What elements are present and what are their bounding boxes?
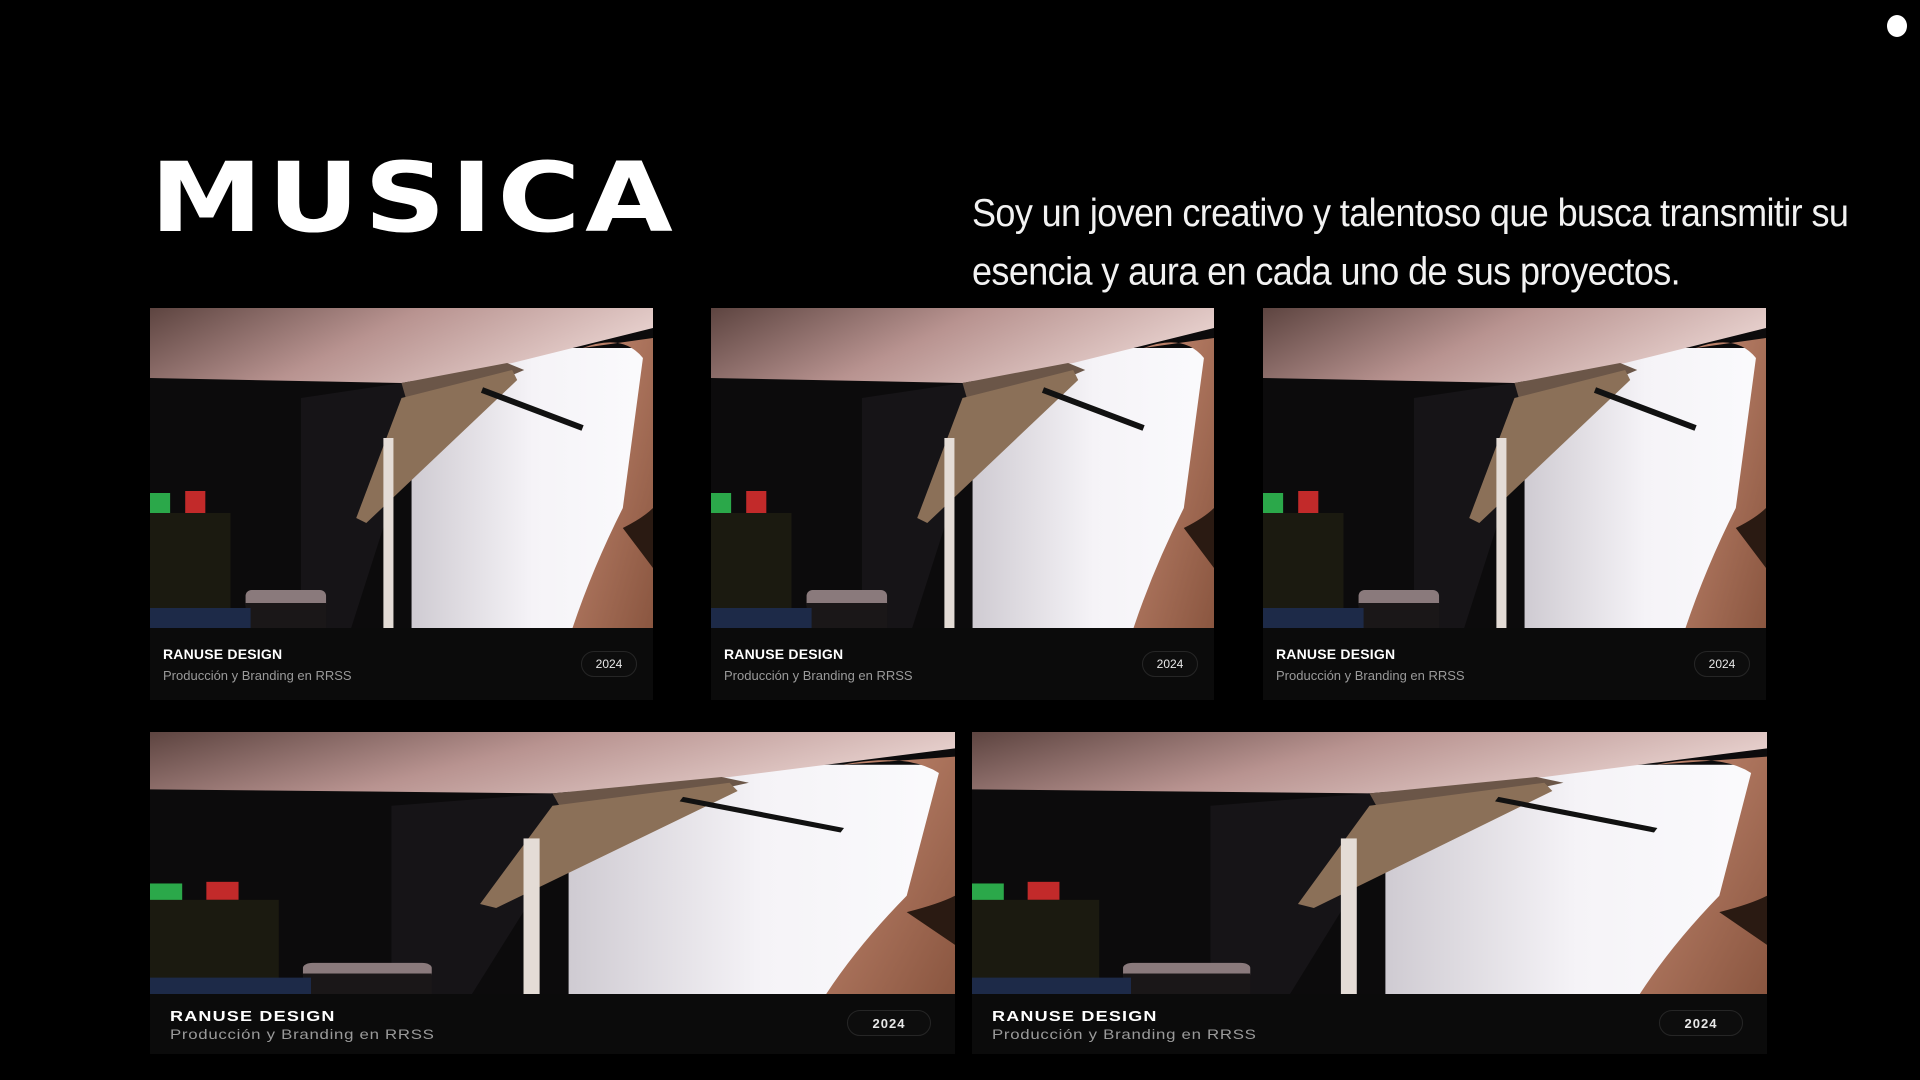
- project-thumbnail: [711, 308, 1214, 628]
- project-title: RANUSE DESIGN: [724, 646, 844, 662]
- project-thumbnail: [150, 308, 653, 628]
- project-title: RANUSE DESIGN: [163, 646, 283, 662]
- project-meta: RANUSE DESIGN Producción y Branding en R…: [972, 994, 1767, 1054]
- project-thumbnail: [972, 732, 1767, 994]
- project-card[interactable]: RANUSE DESIGN Producción y Branding en R…: [711, 308, 1214, 700]
- page-title: MUSICA: [150, 142, 678, 254]
- year-badge: 2024: [1659, 1010, 1743, 1036]
- year-badge: 2024: [1142, 651, 1198, 677]
- project-subtitle: Producción y Branding en RRSS: [170, 1026, 435, 1042]
- project-meta: RANUSE DESIGN Producción y Branding en R…: [711, 628, 1214, 700]
- project-title: RANUSE DESIGN: [170, 1008, 336, 1025]
- project-card[interactable]: RANUSE DESIGN Producción y Branding en R…: [150, 308, 653, 700]
- project-meta: RANUSE DESIGN Producción y Branding en R…: [150, 628, 653, 700]
- year-badge: 2024: [847, 1010, 931, 1036]
- project-subtitle: Producción y Branding en RRSS: [724, 668, 913, 683]
- project-subtitle: Producción y Branding en RRSS: [1276, 668, 1465, 683]
- year-badge: 2024: [1694, 651, 1750, 677]
- project-thumbnail: [150, 732, 955, 994]
- project-meta: RANUSE DESIGN Producción y Branding en R…: [1263, 628, 1766, 700]
- project-title: RANUSE DESIGN: [992, 1008, 1158, 1025]
- project-card[interactable]: RANUSE DESIGN Producción y Branding en R…: [1263, 308, 1766, 700]
- project-card[interactable]: RANUSE DESIGN Producción y Branding en R…: [972, 732, 1767, 1054]
- project-thumbnail: [1263, 308, 1766, 628]
- project-meta: RANUSE DESIGN Producción y Branding en R…: [150, 994, 955, 1054]
- project-card[interactable]: RANUSE DESIGN Producción y Branding en R…: [150, 732, 955, 1054]
- tagline: Soy un joven creativo y talentoso que bu…: [972, 190, 1849, 294]
- year-badge: 2024: [581, 651, 637, 677]
- project-subtitle: Producción y Branding en RRSS: [992, 1026, 1257, 1042]
- project-subtitle: Producción y Branding en RRSS: [163, 668, 352, 683]
- project-title: RANUSE DESIGN: [1276, 646, 1396, 662]
- cursor-dot-icon: [1887, 15, 1907, 37]
